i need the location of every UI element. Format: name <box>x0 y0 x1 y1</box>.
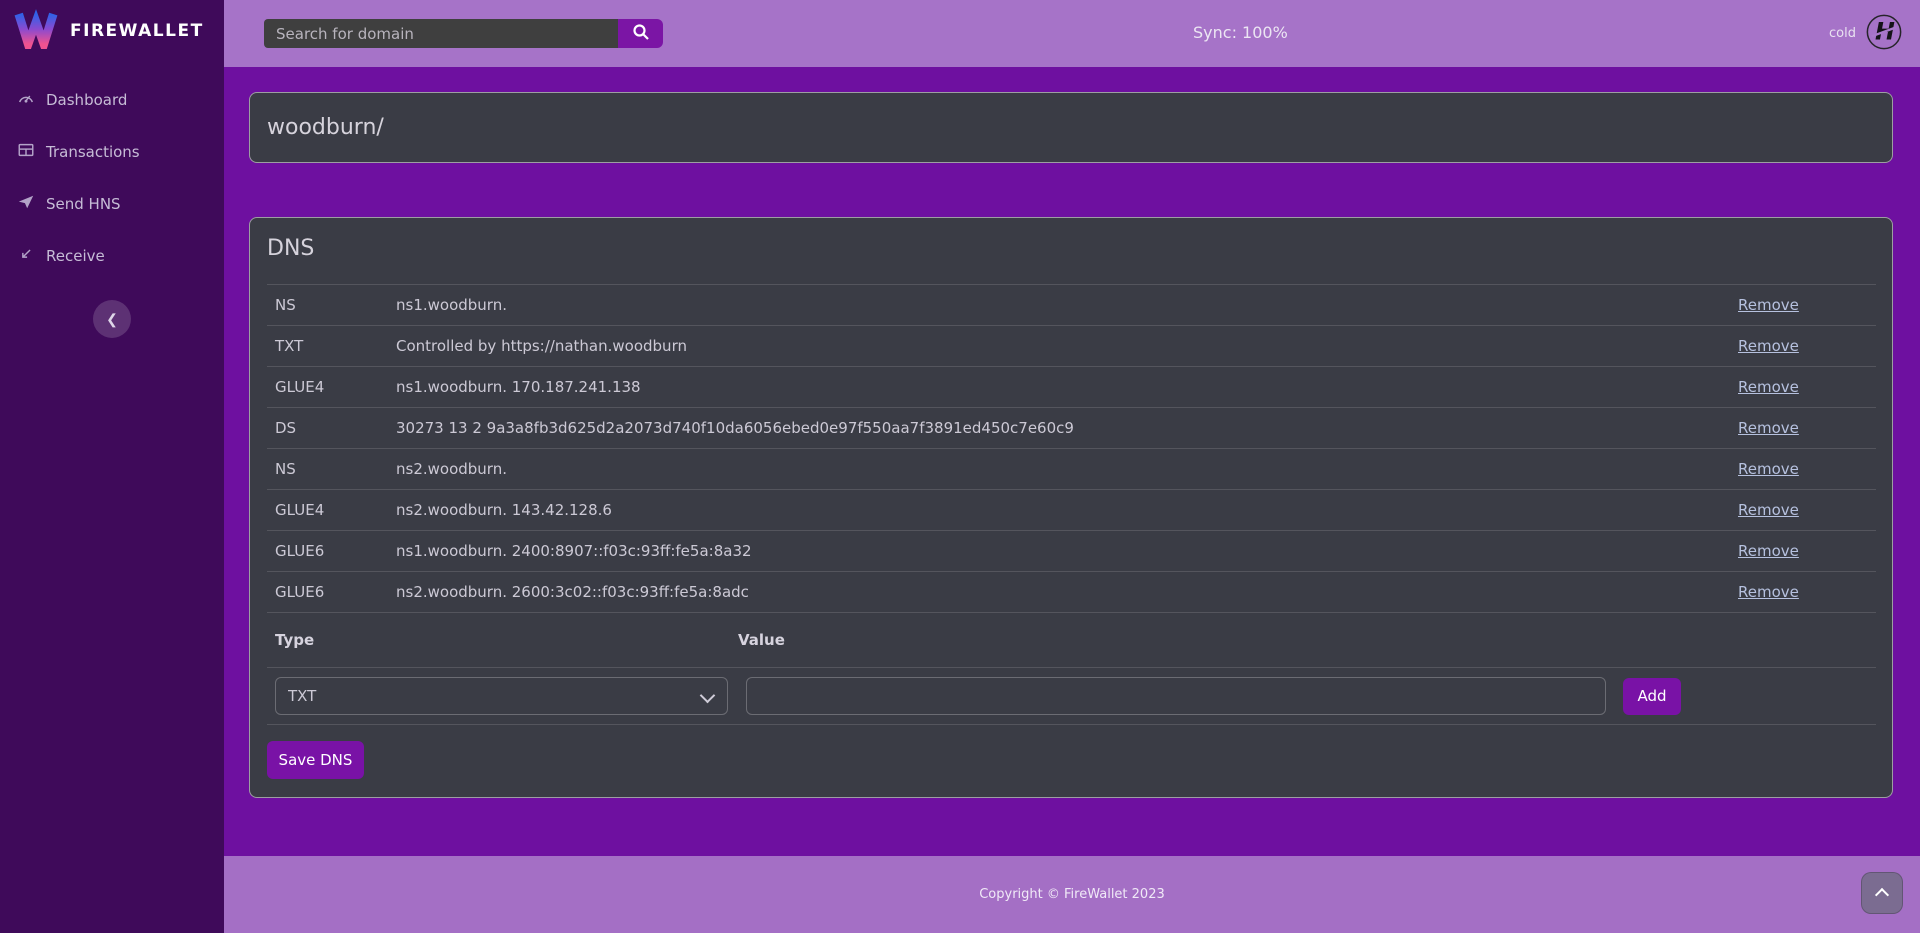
table-icon <box>17 141 35 163</box>
record-value: ns1.woodburn. <box>396 296 1738 314</box>
sidebar: FIREWALLET Dashboard Transactions Send H… <box>0 0 224 933</box>
table-row: TXT Controlled by https://nathan.woodbur… <box>267 326 1876 367</box>
remove-link[interactable]: Remove <box>1738 501 1799 519</box>
sidebar-item[interactable]: Send HNS <box>0 178 224 230</box>
wallet-name: cold <box>1829 26 1856 41</box>
arrow-down-left-icon <box>17 245 35 267</box>
record-value: ns2.woodburn. 2600:3c02::f03c:93ff:fe5a:… <box>396 583 1738 601</box>
value-column-header: Value <box>738 631 1876 649</box>
main-area: Sync: 100% cold H woodburn/ DNS NS <box>224 0 1920 933</box>
sidebar-nav: Dashboard Transactions Send HNS Receive <box>0 74 224 282</box>
search-input[interactable] <box>264 19 618 48</box>
record-value: 30273 13 2 9a3a8fb3d625d2a2073d740f10da6… <box>396 419 1738 437</box>
dns-add-row: TXT Add <box>267 668 1876 725</box>
copyright-text: Copyright © FireWallet 2023 <box>979 887 1165 902</box>
sidebar-collapse-button[interactable]: ❮ <box>93 300 131 338</box>
sidebar-item[interactable]: Transactions <box>0 126 224 178</box>
table-row: GLUE6 ns2.woodburn. 2600:3c02::f03c:93ff… <box>267 572 1876 613</box>
table-row: DS 30273 13 2 9a3a8fb3d625d2a2073d740f10… <box>267 408 1876 449</box>
record-value-input[interactable] <box>746 677 1606 715</box>
domain-card: woodburn/ <box>249 92 1893 163</box>
record-type: NS <box>267 296 396 314</box>
dns-form-header: Type Value <box>267 613 1876 668</box>
record-value: ns1.woodburn. 2400:8907::f03c:93ff:fe5a:… <box>396 542 1738 560</box>
sidebar-item[interactable]: Dashboard <box>0 74 224 126</box>
dns-card: DNS NS ns1.woodburn. Remove TXT Controll… <box>249 217 1893 798</box>
type-column-header: Type <box>267 631 738 649</box>
table-row: GLUE6 ns1.woodburn. 2400:8907::f03c:93ff… <box>267 531 1876 572</box>
sidebar-item-label: Receive <box>46 247 105 265</box>
paper-plane-icon <box>17 193 35 215</box>
search-button[interactable] <box>618 19 663 48</box>
record-type-select-wrap: TXT <box>275 677 728 715</box>
add-record-button[interactable]: Add <box>1623 678 1681 715</box>
scroll-to-top-button[interactable] <box>1861 872 1903 914</box>
brand-name: FIREWALLET <box>70 21 204 41</box>
record-type: NS <box>267 460 396 478</box>
remove-link[interactable]: Remove <box>1738 419 1799 437</box>
table-row: GLUE4 ns1.woodburn. 170.187.241.138 Remo… <box>267 367 1876 408</box>
sidebar-item-label: Send HNS <box>46 195 121 213</box>
remove-link[interactable]: Remove <box>1738 296 1799 314</box>
footer: Copyright © FireWallet 2023 <box>224 856 1920 933</box>
domain-search <box>264 19 663 48</box>
dns-table: NS ns1.woodburn. Remove TXT Controlled b… <box>267 284 1876 613</box>
page-content: woodburn/ DNS NS ns1.woodburn. Remove TX… <box>224 67 1920 856</box>
sync-status: Sync: 100% <box>1193 23 1288 42</box>
remove-link[interactable]: Remove <box>1738 542 1799 560</box>
record-value: Controlled by https://nathan.woodburn <box>396 337 1738 355</box>
record-type: DS <box>267 419 396 437</box>
record-value: ns1.woodburn. 170.187.241.138 <box>396 378 1738 396</box>
firewallet-logo-icon <box>14 9 58 53</box>
chevron-up-icon <box>1875 888 1889 902</box>
save-dns-button[interactable]: Save DNS <box>267 741 364 779</box>
sidebar-item-label: Transactions <box>46 143 140 161</box>
wallet-indicator[interactable]: cold H <box>1829 0 1903 67</box>
record-type: GLUE6 <box>267 542 396 560</box>
remove-link[interactable]: Remove <box>1738 583 1799 601</box>
handshake-logo-icon: H <box>1865 13 1903 55</box>
record-type: GLUE4 <box>267 501 396 519</box>
sidebar-item-label: Dashboard <box>46 91 127 109</box>
dns-section-title: DNS <box>267 236 1876 261</box>
record-type-select[interactable]: TXT <box>275 677 728 715</box>
table-row: GLUE4 ns2.woodburn. 143.42.128.6 Remove <box>267 490 1876 531</box>
page-title: woodburn/ <box>267 115 384 140</box>
dns-save-row: Save DNS <box>267 725 1876 779</box>
remove-link[interactable]: Remove <box>1738 378 1799 396</box>
topbar: Sync: 100% cold H <box>224 0 1920 67</box>
table-row: NS ns2.woodburn. Remove <box>267 449 1876 490</box>
record-value: ns2.woodburn. 143.42.128.6 <box>396 501 1738 519</box>
record-value: ns2.woodburn. <box>396 460 1738 478</box>
search-icon <box>632 23 650 44</box>
sidebar-item[interactable]: Receive <box>0 230 224 282</box>
table-row: NS ns1.woodburn. Remove <box>267 285 1876 326</box>
record-type: GLUE6 <box>267 583 396 601</box>
record-type: TXT <box>267 337 396 355</box>
brand[interactable]: FIREWALLET <box>0 0 224 60</box>
remove-link[interactable]: Remove <box>1738 337 1799 355</box>
chevron-left-icon: ❮ <box>106 311 118 328</box>
gauge-icon <box>17 89 35 111</box>
remove-link[interactable]: Remove <box>1738 460 1799 478</box>
record-type: GLUE4 <box>267 378 396 396</box>
